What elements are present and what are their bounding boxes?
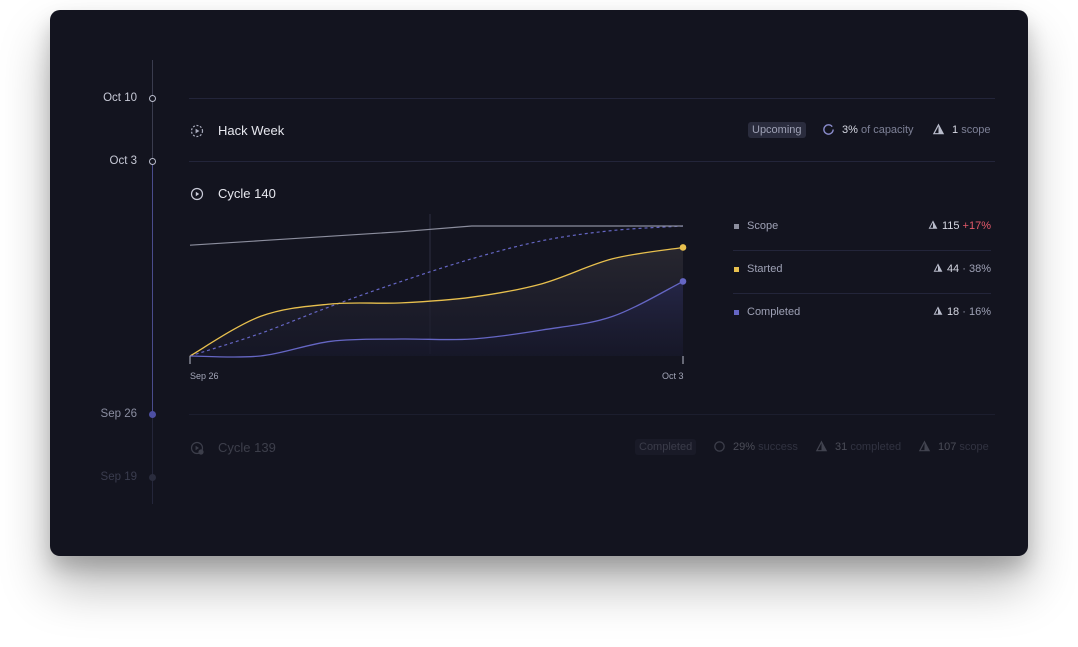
legend-value-completed: 18 · 16% <box>933 306 991 318</box>
started-endpoint-dot[interactable] <box>679 244 687 251</box>
cycle-title-140[interactable]: Cycle 140 <box>218 186 276 201</box>
timeline-date-sep-19: Sep 19 <box>100 471 137 483</box>
completed-text: completed <box>850 441 902 453</box>
legend-completed-count: 18 <box>946 306 960 318</box>
status-badge-upcoming: Upcoming <box>748 122 806 138</box>
timeline-node-oct-3[interactable] <box>149 158 156 165</box>
legend-started-count: 44 <box>946 263 960 275</box>
legend-label-started: Started <box>747 263 783 275</box>
scope-value: 1 <box>952 124 959 136</box>
legend-swatch-scope <box>734 224 739 229</box>
completed-stat: 31 completed <box>835 441 901 453</box>
capacity-value: 3% <box>842 124 858 136</box>
scope-text: scope <box>961 124 991 136</box>
scope-value-139: 107 <box>938 441 957 453</box>
capacity-icon <box>823 124 834 135</box>
success-icon <box>714 441 725 452</box>
legend-row-started[interactable]: Started 44 · 38% <box>733 251 991 294</box>
cycle-active-icon <box>190 187 204 201</box>
legend-value-started: 44 · 38% <box>933 263 991 275</box>
scope-stat-139: 107 scope <box>938 441 989 453</box>
scope-stat: 1 scope <box>952 124 991 136</box>
timeline-node-sep-26[interactable] <box>149 411 156 418</box>
cycles-panel: Oct 10 Oct 3 Sep 26 Sep 19 Hack Week Upc… <box>50 10 1028 556</box>
cycle-completed-icon <box>190 441 204 455</box>
row-separator <box>189 414 995 415</box>
timeline-date-oct-3: Oct 3 <box>109 155 137 167</box>
legend-swatch-started <box>734 267 739 272</box>
burnup-chart[interactable] <box>183 206 703 386</box>
legend-value-scope: 115 +17% <box>928 220 991 232</box>
x-axis-label-end: Oct 3 <box>662 371 684 381</box>
scope-icon <box>932 123 945 135</box>
scope-text-139: scope <box>959 441 989 453</box>
legend-swatch-completed <box>734 310 739 315</box>
timeline-node-sep-19[interactable] <box>149 474 156 481</box>
capacity-text: of capacity <box>860 124 914 136</box>
cycle-upcoming-icon <box>190 124 204 138</box>
timeline-date-oct-10: Oct 10 <box>103 92 137 104</box>
legend-label-scope: Scope <box>747 220 779 232</box>
x-axis-label-start: Sep 26 <box>190 371 219 381</box>
legend-started-percent: · 38% <box>962 263 991 275</box>
scope-icon <box>933 263 943 272</box>
completed-endpoint-dot[interactable] <box>679 278 687 285</box>
row-separator <box>189 98 995 99</box>
completed-value: 31 <box>835 441 848 453</box>
timeline-node-oct-10[interactable] <box>149 95 156 102</box>
timeline-date-sep-26: Sep 26 <box>100 408 137 420</box>
timeline-line-top <box>152 60 153 162</box>
scope-line <box>189 225 683 246</box>
completed-scope-icon <box>815 440 828 452</box>
success-stat: 29% success <box>733 441 798 453</box>
scope-icon <box>928 220 938 229</box>
capacity-stat: 3% of capacity <box>842 124 914 136</box>
success-value: 29% <box>733 441 756 453</box>
scope-icon <box>918 440 931 452</box>
row-separator <box>189 161 995 162</box>
cycle-title-hack-week[interactable]: Hack Week <box>218 123 284 138</box>
legend-row-completed[interactable]: Completed 18 · 16% <box>733 294 991 337</box>
legend-scope-count: 115 <box>941 220 960 232</box>
legend-row-scope[interactable]: Scope 115 +17% <box>733 208 991 251</box>
legend-label-completed: Completed <box>747 306 801 318</box>
legend-scope-change: +17% <box>962 220 991 232</box>
cycle-title-139[interactable]: Cycle 139 <box>218 440 276 455</box>
success-text: success <box>758 441 798 453</box>
status-badge-completed: Completed <box>635 439 697 455</box>
legend-completed-percent: · 16% <box>962 306 991 318</box>
scope-icon <box>933 306 943 315</box>
timeline-line-bottom <box>152 414 153 504</box>
timeline-line-active <box>152 162 153 414</box>
